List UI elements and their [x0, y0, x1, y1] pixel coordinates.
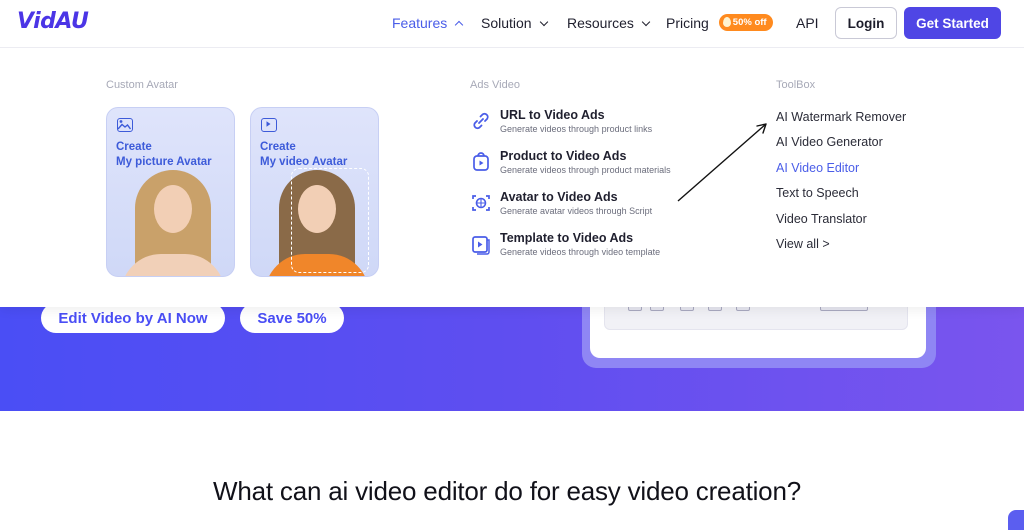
product-video-icon — [473, 152, 489, 171]
logo[interactable]: VidAU — [17, 9, 89, 34]
picture-avatar-text: Create My picture Avatar — [116, 140, 212, 170]
picture-avatar-card[interactable]: Create My picture Avatar — [106, 107, 235, 277]
nav-api[interactable]: API — [796, 15, 819, 31]
nav-resources[interactable]: Resources — [567, 15, 651, 31]
nav-features[interactable]: Features — [392, 15, 464, 31]
nav-solution-label: Solution — [481, 15, 532, 31]
features-dropdown: Custom Avatar Create My picture Avatar C… — [0, 48, 1024, 307]
tool-video-translator[interactable]: Video Translator — [776, 212, 867, 226]
ad-item-desc: Generate videos through product links — [500, 124, 653, 134]
tool-ai-video-generator[interactable]: AI Video Generator — [776, 135, 883, 149]
custom-avatar-title: Custom Avatar — [106, 79, 178, 91]
get-started-button[interactable]: Get Started — [904, 7, 1001, 39]
edit-video-button[interactable]: Edit Video by AI Now — [41, 303, 225, 333]
avatar-face — [154, 185, 192, 233]
ads-video-title: Ads Video — [470, 79, 520, 91]
avatar-to-video-ads[interactable]: Avatar to Video Ads Generate avatar vide… — [470, 190, 690, 224]
template-video-icon — [472, 236, 490, 255]
ad-item-title: Template to Video Ads — [500, 231, 634, 245]
image-icon — [117, 118, 133, 132]
discount-badge-text: 50% off — [732, 16, 767, 28]
nav-pricing-label: Pricing — [666, 15, 709, 31]
ad-item-desc: Generate videos through video template — [500, 247, 661, 257]
video-avatar-text: Create My video Avatar — [260, 140, 347, 170]
link-icon — [473, 112, 489, 130]
video-avatar-line1: Create — [260, 141, 296, 153]
section-heading: What can ai video editor do for easy vid… — [213, 476, 801, 506]
picture-avatar-line2: My picture Avatar — [116, 156, 212, 168]
toolbox-title: ToolBox — [776, 79, 816, 91]
tool-text-to-speech[interactable]: Text to Speech — [776, 186, 859, 200]
tool-ai-video-editor[interactable]: AI Video Editor — [776, 161, 859, 175]
nav-solution[interactable]: Solution — [481, 15, 548, 31]
ad-item-title: URL to Video Ads — [500, 108, 605, 122]
nav-api-label: API — [796, 15, 819, 31]
ad-item-desc: Generate videos through product material… — [500, 165, 671, 175]
login-button[interactable]: Login — [835, 7, 897, 39]
page: Edit Video by AI Now Save 50% VidAU Feat… — [0, 0, 1024, 530]
ad-item-title: Product to Video Ads — [500, 149, 627, 163]
ad-item-title: Avatar to Video Ads — [500, 190, 618, 204]
top-nav: VidAU Features Solution Resources Pricin… — [0, 0, 1024, 48]
product-to-video-ads[interactable]: Product to Video Ads Generate videos thr… — [470, 149, 700, 183]
chevron-down-icon — [641, 17, 651, 26]
nav-features-label: Features — [392, 15, 448, 31]
video-avatar-card[interactable]: Create My video Avatar — [250, 107, 379, 277]
url-to-video-ads[interactable]: URL to Video Ads Generate videos through… — [470, 108, 690, 142]
avatar-photo — [121, 170, 225, 276]
flame-icon — [722, 17, 731, 27]
chevron-up-icon — [455, 20, 464, 29]
picture-avatar-line1: Create — [116, 141, 152, 153]
avatar-scan-icon — [472, 195, 490, 211]
nav-resources-label: Resources — [567, 15, 634, 31]
chevron-down-icon — [539, 17, 548, 26]
view-all-link[interactable]: View all > — [776, 237, 830, 251]
play-icon — [261, 118, 277, 132]
tool-ai-watermark-remover[interactable]: AI Watermark Remover — [776, 110, 906, 124]
chat-widget-button[interactable] — [1008, 510, 1024, 530]
face-scan-frame — [291, 168, 369, 273]
nav-pricing[interactable]: Pricing 50% off — [666, 13, 773, 31]
ad-item-desc: Generate avatar videos through Script — [500, 206, 653, 216]
discount-badge: 50% off — [718, 13, 773, 31]
template-to-video-ads[interactable]: Template to Video Ads Generate videos th… — [470, 231, 690, 265]
save-50-button[interactable]: Save 50% — [240, 303, 344, 333]
